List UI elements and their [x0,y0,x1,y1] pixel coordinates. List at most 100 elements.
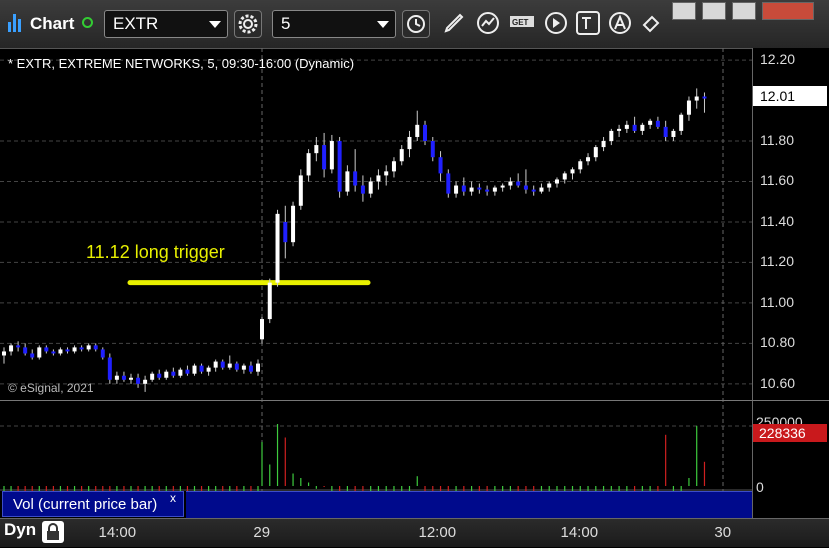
candle-body [16,345,21,348]
candle-body [143,379,148,384]
price-tick-label: 10.60 [760,374,796,391]
candle-body [23,347,28,354]
chevron-down-icon[interactable] [377,21,389,28]
candle-body [185,369,190,374]
symbol-input[interactable]: EXTR [104,10,228,38]
candle-body [51,351,56,354]
price-tick-label: 11.80 [760,132,794,149]
candle-body [376,175,381,182]
volume-axis-zero: 0 [756,479,764,495]
candle-body [86,345,91,350]
alert-icon[interactable] [606,9,634,37]
restore-button[interactable] [702,2,726,20]
candle-body [461,185,466,192]
chart-header: * EXTR, EXTREME NETWORKS, 5, 09:30-16:00… [8,56,355,71]
candle-body [9,345,14,352]
candle-body [329,141,334,170]
candle-body [2,351,6,356]
candle-body [570,169,575,174]
candle-body [454,185,459,194]
candle-body [407,136,412,150]
link-status-icon[interactable] [82,17,93,28]
candle-body [554,179,559,184]
candle-body [632,124,637,131]
link-icon[interactable] [638,9,666,37]
time-tick-label: 12:00 [418,524,457,541]
candle-body [446,173,451,194]
window-title: Chart [30,14,75,33]
annotation-label[interactable]: 11.12 long trigger [86,242,225,263]
copyright-label: © eSignal, 2021 [8,381,94,395]
gear-icon[interactable] [234,10,262,38]
candle-body [248,365,253,372]
interval-input[interactable]: 5 [272,10,396,38]
price-tick-label: 11.00 [760,293,794,310]
candle-body [686,100,691,115]
candle-body [368,181,373,194]
candle-body [601,141,606,148]
chevron-down-icon[interactable] [209,21,221,28]
candle-body [93,345,98,350]
candle-body [617,128,622,131]
candle-body [384,171,389,176]
candle-body [171,371,176,376]
candle-body [516,181,521,186]
candle-body [213,361,218,368]
panel-divider[interactable] [0,400,829,401]
candle-body [624,124,629,129]
maximize-button[interactable] [732,2,756,20]
study-label[interactable]: Vol (current price bar) [2,491,184,517]
candle-body [306,153,311,176]
candle-body [694,96,699,101]
candle-body [256,363,260,372]
pencil-icon[interactable] [440,9,468,37]
lock-icon[interactable] [42,521,64,543]
indicator-icon[interactable] [474,9,502,37]
candle-body [275,213,280,283]
candle-body [72,347,77,352]
candle-body [655,120,660,127]
price-tick-label: 11.60 [760,172,794,189]
candle-body [37,347,42,358]
candle-body [500,185,505,188]
dynamic-mode-label[interactable]: Dyn [4,520,36,540]
clock-icon[interactable] [402,10,430,38]
close-button[interactable] [762,2,814,20]
candle-body [100,349,105,358]
candle-body [430,141,435,158]
candle-body [562,173,567,180]
candle-body [234,363,239,370]
candle-body [399,149,404,162]
candle-body [136,377,141,384]
price-tick-label: 12.20 [760,51,796,68]
text-icon[interactable] [574,9,602,37]
candle-body [609,130,614,142]
get-icon[interactable]: GET [508,9,536,37]
candle-body [438,157,443,174]
candle-body [164,371,169,378]
candle-body [469,187,474,192]
candle-body [241,365,246,370]
time-tick-label: 14:00 [98,524,137,541]
candle-body [283,221,288,243]
time-tick-label: 14:00 [560,524,599,541]
candle-body [391,161,396,172]
candle-body [58,349,63,354]
price-tick-label: 11.40 [760,212,794,229]
minimize-button[interactable] [672,2,696,20]
candle-body [360,185,365,194]
chart-plot[interactable] [0,48,829,518]
close-study-icon[interactable]: x [170,491,176,505]
candle-body [129,377,133,380]
candle-body [227,363,232,368]
candle-body [314,145,319,154]
candle-body [178,369,183,376]
price-tick-label: 11.20 [760,253,794,270]
play-icon[interactable] [542,9,570,37]
candle-body [539,187,544,192]
candle-body [508,181,513,186]
candle-body [220,361,225,368]
candle-body [206,367,211,372]
candle-body [114,375,119,380]
candle-body [679,114,684,131]
